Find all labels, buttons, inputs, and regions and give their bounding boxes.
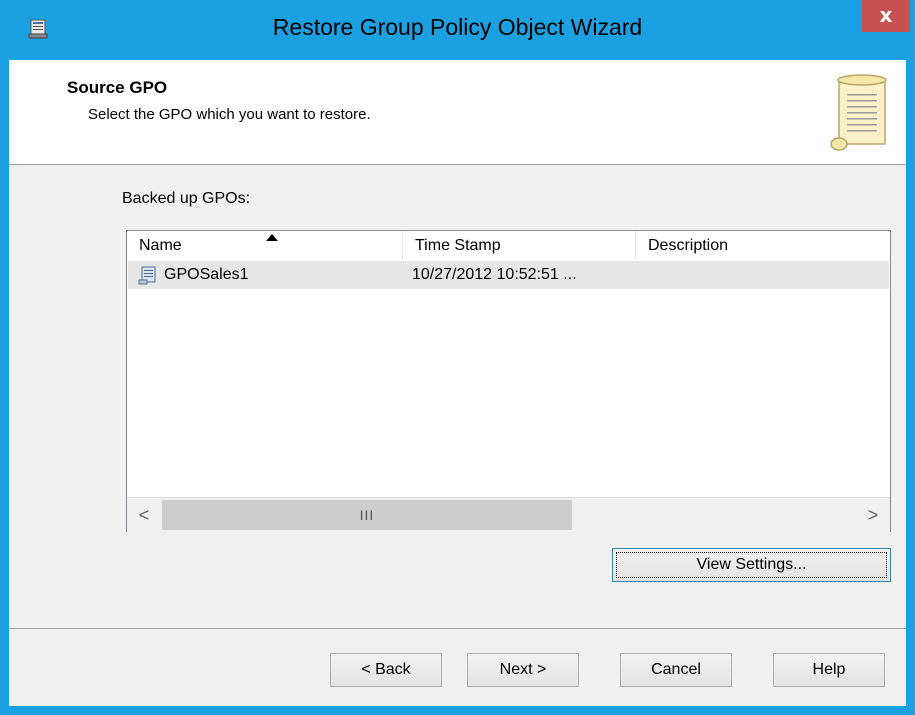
- backed-up-gpos-label: Backed up GPOs:: [122, 190, 251, 207]
- sort-ascending-icon: [266, 234, 278, 241]
- next-button[interactable]: Next >: [467, 653, 579, 687]
- close-icon: x: [879, 3, 893, 27]
- title-bar[interactable]: Restore Group Policy Object Wizard x: [0, 0, 915, 60]
- scroll-right-arrow[interactable]: >: [856, 498, 890, 532]
- scroll-left-arrow[interactable]: <: [127, 498, 161, 532]
- window-title: Restore Group Policy Object Wizard: [272, 14, 643, 40]
- help-button[interactable]: Help: [773, 653, 885, 687]
- focus-rectangle: [616, 552, 887, 578]
- back-button[interactable]: < Back: [330, 653, 442, 687]
- footer-divider: [9, 628, 906, 629]
- table-row[interactable]: GPOSales1 10/27/2012 10:52:51 ...: [128, 261, 889, 289]
- close-button[interactable]: x: [862, 0, 910, 32]
- column-header-time-stamp[interactable]: Time Stamp: [403, 231, 636, 259]
- cancel-button[interactable]: Cancel: [620, 653, 732, 687]
- page-title: Source GPO: [67, 78, 168, 97]
- gpo-name-cell: GPOSales1: [164, 266, 249, 283]
- horizontal-scrollbar[interactable]: < III >: [127, 497, 890, 532]
- column-header-name[interactable]: Name: [127, 231, 403, 259]
- gpo-list-view[interactable]: Name Time Stamp Description GPOSales1 10…: [126, 230, 891, 532]
- column-header-description[interactable]: Description: [636, 231, 890, 259]
- time-stamp-cell: 10/27/2012 10:52:51 ...: [412, 266, 577, 283]
- scroll-grip-icon: III: [359, 507, 375, 523]
- gpo-scroll-icon: [138, 266, 156, 285]
- view-settings-button[interactable]: View Settings...: [612, 548, 891, 582]
- page-subtitle: Select the GPO which you want to restore…: [88, 106, 371, 123]
- scroll-thumb[interactable]: III: [162, 500, 572, 530]
- wizard-window: Restore Group Policy Object Wizard x Sou…: [0, 0, 915, 715]
- scroll-icon: [830, 74, 887, 151]
- wizard-header: Source GPO Select the GPO which you want…: [9, 60, 906, 165]
